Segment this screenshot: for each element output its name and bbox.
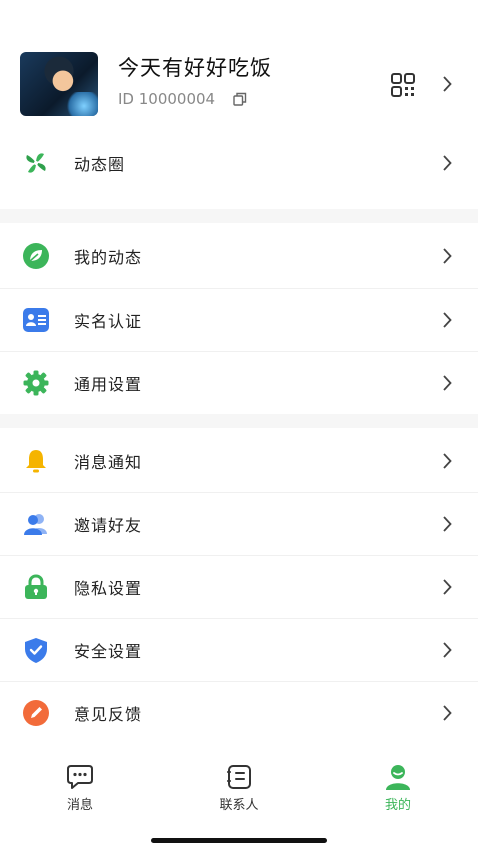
leaf-icon [23, 243, 49, 269]
tab-label: 我的 [384, 798, 411, 813]
chat-bubble-icon [67, 765, 93, 789]
id-card-icon [23, 308, 49, 332]
menu-item-security-settings[interactable]: 安全设置 [0, 619, 478, 681]
menu-item-label: 通用设置 [74, 375, 143, 394]
tab-me[interactable]: 我的 [358, 764, 438, 824]
menu-item-privacy-settings[interactable]: 隐私设置 [0, 556, 478, 618]
menu-item-label: 意见反馈 [74, 705, 143, 724]
tab-messages[interactable]: 消息 [40, 764, 120, 824]
menu-item-my-posts[interactable]: 我的动态 [0, 225, 478, 287]
menu-item-label: 邀请好友 [74, 516, 143, 535]
nickname: 今天有好好吃饭 [118, 56, 272, 80]
tab-contacts[interactable]: 联系人 [199, 764, 279, 824]
profile-header[interactable]: 今天有好好吃饭 ID 10000004 [0, 0, 478, 140]
tab-label: 消息 [66, 798, 93, 813]
avatar[interactable] [20, 52, 98, 116]
home-indicator[interactable] [151, 838, 327, 843]
chevron-right-icon [443, 579, 452, 595]
chevron-right-icon [443, 76, 452, 92]
pencil-icon [23, 700, 49, 726]
menu-item-label: 实名认证 [74, 312, 143, 331]
copy-icon[interactable] [233, 92, 247, 106]
user-id: ID 10000004 [118, 90, 216, 108]
lock-icon [25, 574, 47, 599]
menu-item-label: 我的动态 [74, 248, 143, 267]
pinwheel-icon [26, 153, 46, 173]
chevron-right-icon [443, 248, 452, 264]
gear-icon [23, 370, 49, 396]
shield-icon [25, 638, 47, 663]
tab-label: 联系人 [219, 798, 259, 813]
menu-item-label: 消息通知 [74, 453, 143, 472]
bottom-tab-bar: 消息 联系人 我的 [0, 752, 478, 850]
menu-item-invite-friends[interactable]: 邀请好友 [0, 493, 478, 555]
menu-item-label: 安全设置 [74, 642, 143, 661]
section-divider [0, 414, 478, 428]
chevron-right-icon [443, 453, 452, 469]
section-divider [0, 209, 478, 223]
chevron-right-icon [443, 312, 452, 328]
qr-code-icon[interactable] [390, 72, 416, 98]
menu-item-moments[interactable]: 动态圈 [0, 132, 478, 194]
user-profile-icon [386, 765, 410, 790]
menu-item-notifications[interactable]: 消息通知 [0, 430, 478, 492]
menu-item-general-settings[interactable]: 通用设置 [0, 352, 478, 414]
users-icon [24, 514, 47, 535]
chevron-right-icon [443, 155, 452, 171]
chevron-right-icon [443, 516, 452, 532]
menu-item-feedback[interactable]: 意见反馈 [0, 682, 478, 744]
menu-item-real-name-verification[interactable]: 实名认证 [0, 289, 478, 351]
menu-item-label: 隐私设置 [74, 579, 143, 598]
chevron-right-icon [443, 375, 452, 391]
menu-item-label: 动态圈 [74, 155, 126, 174]
chevron-right-icon [443, 642, 452, 658]
contacts-book-icon [227, 765, 251, 789]
bell-icon [26, 450, 46, 473]
chevron-right-icon [443, 705, 452, 721]
